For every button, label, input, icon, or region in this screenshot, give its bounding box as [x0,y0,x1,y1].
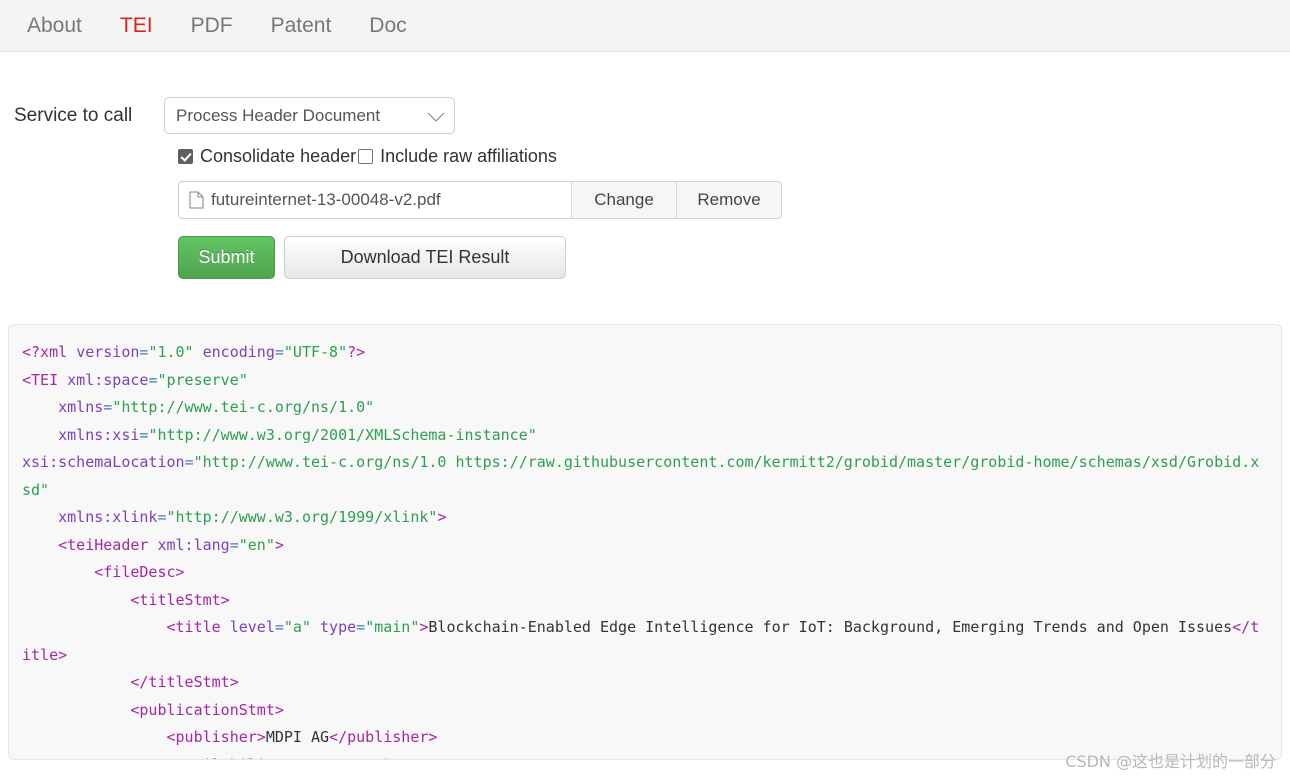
service-row: Service to call Process Header Document [14,97,1290,134]
options-row: Consolidate header Include raw affiliati… [178,146,1290,167]
csdn-watermark: CSDN @这也是计划的一部分 [1065,752,1276,771]
remove-file-button[interactable]: Remove [676,182,781,218]
main-navigation: About TEI PDF Patent Doc [0,0,1290,52]
consolidate-header-label: Consolidate header [200,146,357,166]
selected-file-name: futureinternet-13-00048-v2.pdf [211,190,441,209]
service-select[interactable]: Process Header Document [164,97,455,134]
consolidate-header-checkbox[interactable] [178,149,193,164]
document-icon [189,191,204,209]
service-select-value: Process Header Document [176,105,381,125]
change-file-button[interactable]: Change [571,182,676,218]
action-buttons: Submit Download TEI Result [178,236,1290,279]
tei-xml-output: <?xml version="1.0" encoding="UTF-8"?> <… [22,343,1260,759]
nav-item-pdf[interactable]: PDF [172,0,252,52]
submit-button[interactable]: Submit [178,236,275,279]
chevron-down-icon [427,104,445,122]
include-raw-affiliations-checkbox[interactable] [358,149,374,164]
selected-file: futureinternet-13-00048-v2.pdf [179,182,571,218]
nav-item-doc[interactable]: Doc [350,0,425,52]
service-form: Service to call Process Header Document … [0,52,1290,279]
include-raw-affiliations-label: Include raw affiliations [380,146,557,166]
download-tei-result-button[interactable]: Download TEI Result [284,236,566,279]
tei-result-panel[interactable]: <?xml version="1.0" encoding="UTF-8"?> <… [8,324,1282,760]
file-input-group: futureinternet-13-00048-v2.pdf Change Re… [178,181,782,219]
nav-item-about[interactable]: About [8,0,101,52]
nav-item-patent[interactable]: Patent [252,0,351,52]
service-to-call-label: Service to call [14,104,133,126]
nav-item-tei[interactable]: TEI [101,0,172,52]
